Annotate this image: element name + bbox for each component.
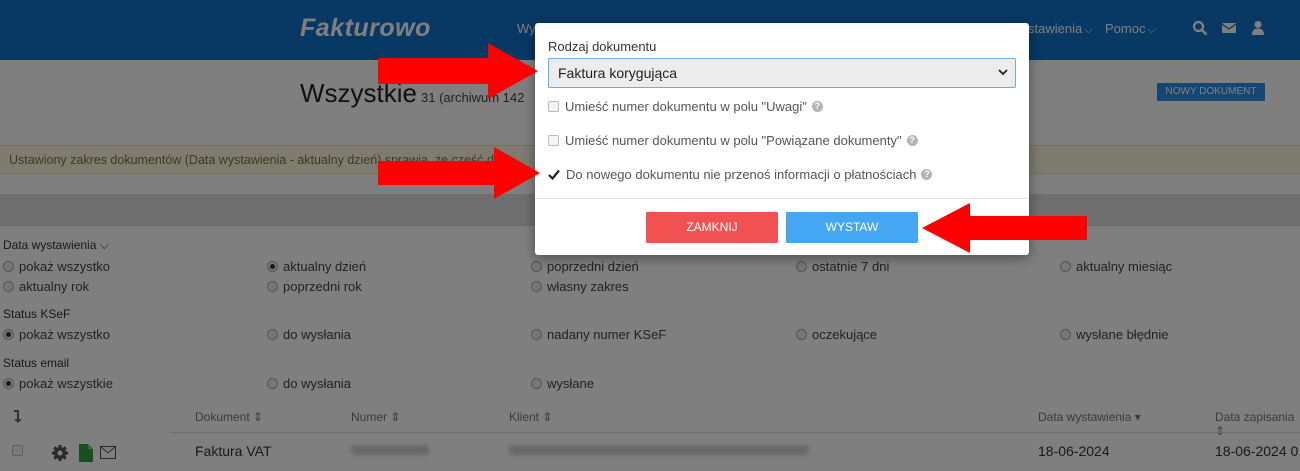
modal-divider — [535, 198, 1029, 199]
select-value: Faktura korygująca — [558, 65, 678, 81]
annotation-arrow-icon — [378, 43, 538, 99]
checkbox-box — [548, 101, 559, 112]
issue-button[interactable]: WYSTAW — [786, 212, 918, 243]
checkbox-box — [548, 135, 559, 146]
close-button[interactable]: ZAMKNIJ — [646, 212, 778, 243]
help-icon[interactable]: ? — [811, 101, 823, 112]
checkbox-label: Umieść numer dokumentu w polu "Uwagi" — [565, 99, 807, 114]
checkbox-notes[interactable]: Umieść numer dokumentu w polu "Uwagi" ? — [548, 99, 823, 114]
help-icon[interactable]: ? — [906, 135, 918, 146]
annotation-arrow-icon — [378, 147, 540, 199]
checkbox-label: Do nowego dokumentu nie przenoś informac… — [566, 167, 917, 182]
chevron-down-icon — [998, 69, 1008, 76]
checkmark-icon — [548, 169, 560, 180]
help-icon[interactable]: ? — [921, 169, 933, 180]
document-type-select[interactable]: Faktura korygująca — [548, 58, 1016, 88]
checkbox-related-docs[interactable]: Umieść numer dokumentu w polu "Powiązane… — [548, 133, 918, 148]
annotation-arrow-icon — [922, 203, 1087, 253]
checkbox-no-payments[interactable]: Do nowego dokumentu nie przenoś informac… — [548, 167, 933, 182]
document-type-label: Rodzaj dokumentu — [548, 39, 657, 54]
checkbox-label: Umieść numer dokumentu w polu "Powiązane… — [565, 133, 902, 148]
